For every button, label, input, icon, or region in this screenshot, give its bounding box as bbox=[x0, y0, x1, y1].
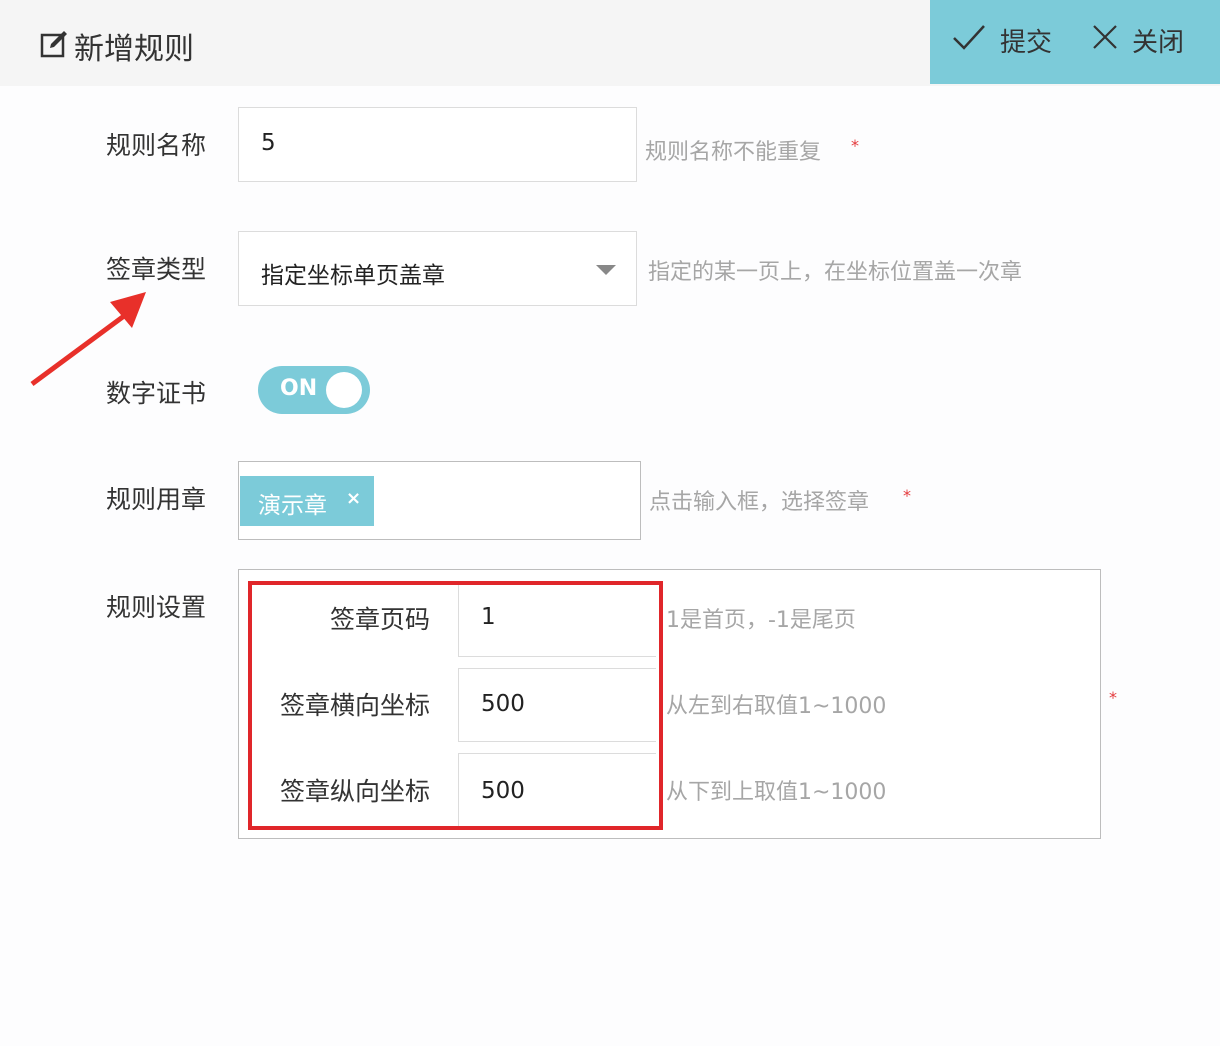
seal-tag: 演示章 × bbox=[240, 476, 374, 526]
tag-remove-icon[interactable]: × bbox=[346, 488, 361, 509]
annotation-arrow-icon bbox=[30, 292, 146, 387]
rule-name-label: 规则名称 bbox=[106, 131, 207, 160]
seal-tag-label: 演示章 bbox=[258, 493, 327, 519]
rule-settings-label: 规则设置 bbox=[106, 593, 207, 622]
rule-name-input[interactable]: 5 bbox=[238, 107, 637, 182]
seal-type-select[interactable]: 指定坐标单页盖章 bbox=[238, 231, 637, 306]
check-icon bbox=[952, 22, 986, 59]
toggle-knob bbox=[326, 372, 362, 408]
rule-seal-required-mark: * bbox=[903, 486, 911, 505]
header-actions: 提交 关闭 bbox=[930, 0, 1220, 84]
submit-label: 提交 bbox=[1000, 28, 1053, 58]
seal-type-label: 签章类型 bbox=[106, 255, 207, 284]
submit-button[interactable]: 提交 bbox=[952, 22, 1052, 59]
rule-name-value: 5 bbox=[261, 130, 276, 156]
dialog-header: 新增规则 提交 关闭 bbox=[0, 0, 1220, 86]
close-button[interactable]: 关闭 bbox=[1092, 22, 1184, 59]
rule-seal-hint: 点击输入框，选择签章 bbox=[649, 490, 870, 515]
seal-type-value: 指定坐标单页盖章 bbox=[261, 263, 445, 289]
seal-type-hint: 指定的某一页上，在坐标位置盖一次章 bbox=[648, 260, 1023, 285]
close-label: 关闭 bbox=[1132, 28, 1185, 58]
rule-settings-required-mark: * bbox=[1109, 688, 1117, 707]
seal-page-hint: 1是首页，-1是尾页 bbox=[666, 608, 856, 633]
dialog-title: 新增规则 bbox=[40, 24, 194, 68]
digital-cert-toggle[interactable]: ON bbox=[258, 366, 370, 414]
rule-name-required-mark: * bbox=[851, 136, 859, 155]
dialog-title-text: 新增规则 bbox=[74, 32, 194, 67]
edit-icon bbox=[40, 29, 70, 63]
chevron-down-icon bbox=[595, 262, 617, 281]
digital-cert-label: 数字证书 bbox=[106, 379, 207, 408]
highlight-box bbox=[248, 581, 663, 830]
rule-seal-label: 规则用章 bbox=[106, 485, 207, 514]
close-icon bbox=[1092, 24, 1118, 57]
rule-name-hint: 规则名称不能重复 bbox=[645, 140, 822, 165]
seal-x-hint: 从左到右取值1~1000 bbox=[666, 694, 887, 719]
seal-y-hint: 从下到上取值1~1000 bbox=[666, 780, 887, 805]
toggle-state-text: ON bbox=[280, 376, 318, 401]
